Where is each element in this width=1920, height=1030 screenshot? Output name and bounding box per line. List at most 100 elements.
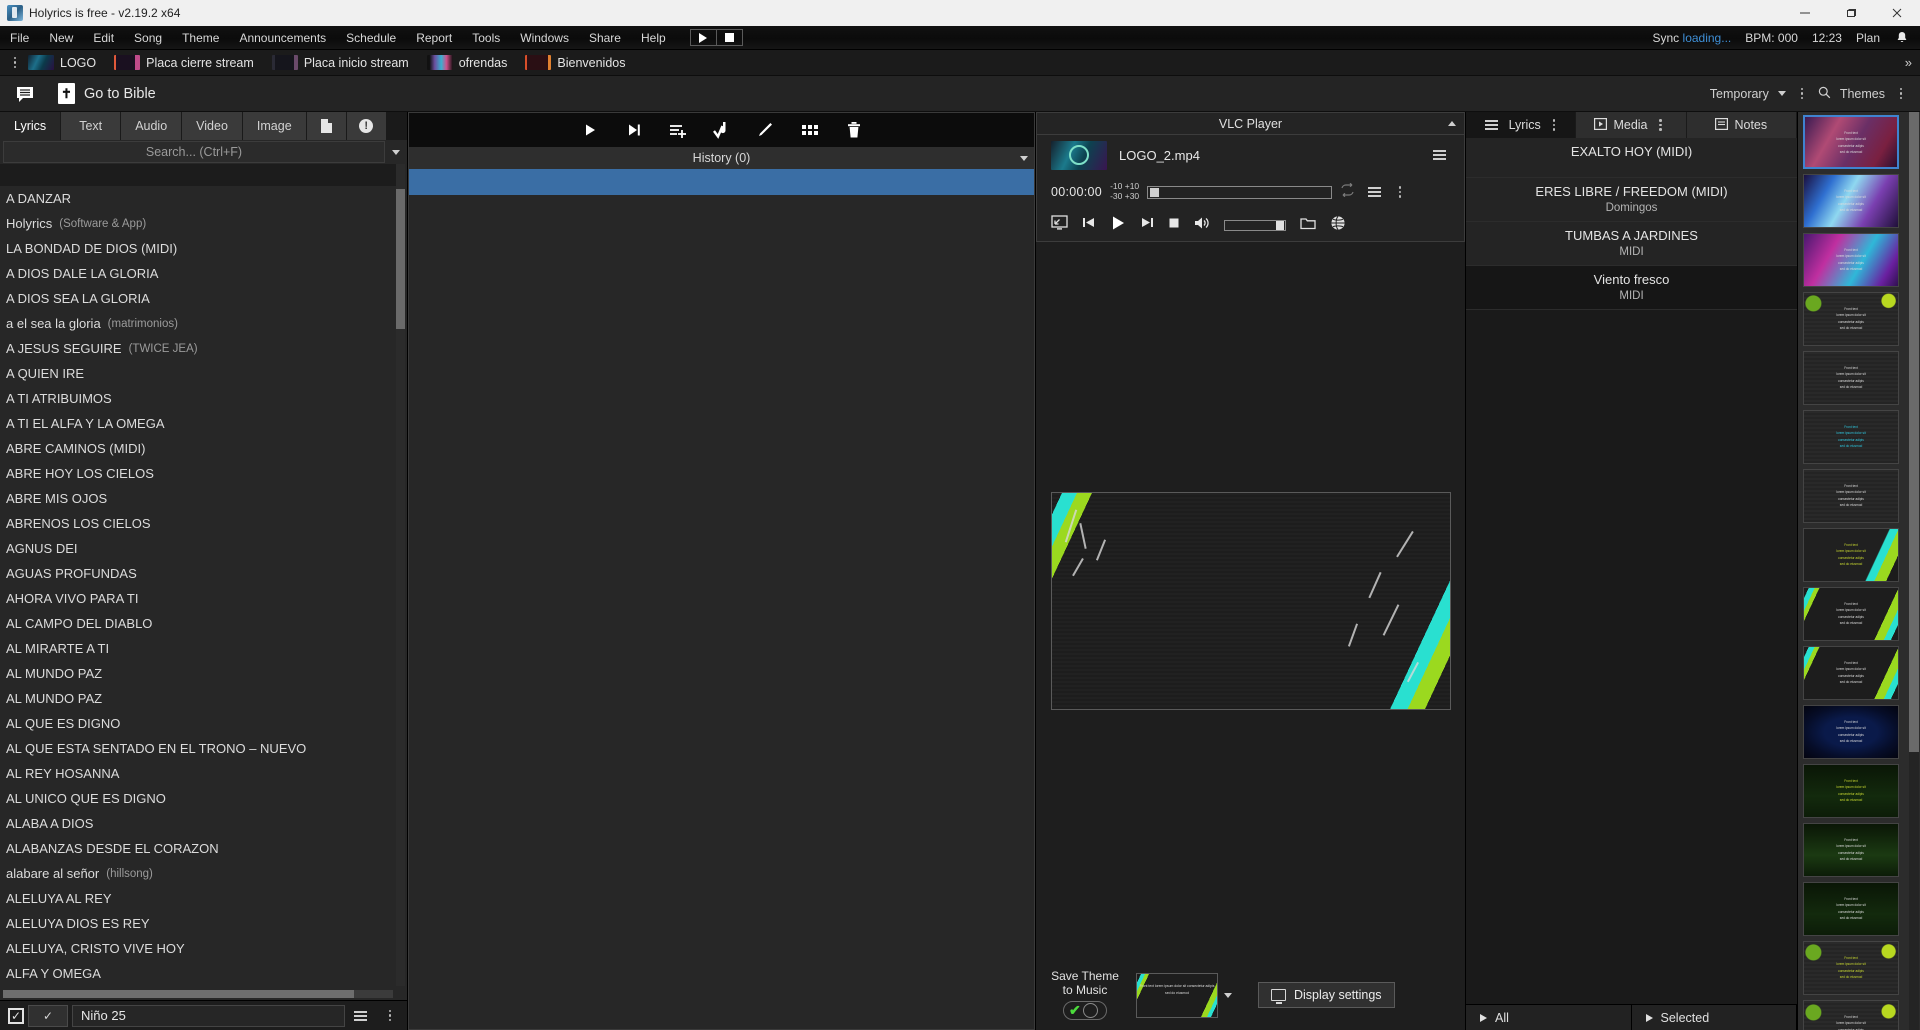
vlc-queue-icon[interactable]: [1363, 187, 1385, 197]
list-item[interactable]: a el sea la gloria (matrimonios): [0, 311, 397, 336]
list-item[interactable]: ABRE HOY LOS CIELOS: [0, 461, 397, 486]
vlc-seek-slider[interactable]: [1147, 185, 1333, 199]
shortcut-item-ofrendas[interactable]: ofrendas: [426, 55, 507, 70]
vlc-play-icon[interactable]: [1109, 214, 1127, 237]
menu-edit[interactable]: Edit: [83, 26, 124, 50]
sync-status[interactable]: Sync loading...: [1653, 31, 1732, 45]
confirm-button[interactable]: ✓: [28, 1004, 68, 1027]
temporary-menu-icon[interactable]: [1795, 87, 1809, 100]
list-item[interactable]: AL UNICO QUE ES DIGNO: [0, 786, 397, 811]
vlc-stop-icon[interactable]: [1168, 216, 1180, 234]
bible-icon[interactable]: ✝: [58, 83, 75, 104]
theme-thumbnail[interactable]: Front text lorem ipsum dolor sit consectet…: [1803, 705, 1899, 759]
slider-knob[interactable]: [1150, 187, 1160, 197]
theme-thumbnail[interactable]: Front text lorem ipsum dolor sit consectet…: [1803, 115, 1899, 169]
vlc-network-icon[interactable]: [1330, 215, 1346, 236]
close-icon[interactable]: [1874, 0, 1920, 26]
theme-thumbnail[interactable]: Front text lorem ipsum dolor sit consectet…: [1803, 1000, 1899, 1030]
list-item[interactable]: ALABANZAS DESDE EL CORAZON: [0, 836, 397, 861]
vlc-volume-icon[interactable]: [1194, 216, 1210, 235]
skip-back-30[interactable]: -30: [1110, 191, 1122, 201]
list-item[interactable]: A DIOS DALE LA GLORIA: [0, 261, 397, 286]
play-next-icon[interactable]: [623, 119, 645, 141]
menu-song[interactable]: Song: [124, 26, 172, 50]
shortcut-overflow-icon[interactable]: »: [1905, 55, 1912, 70]
save-theme-toggle[interactable]: ✔: [1063, 1000, 1107, 1020]
list-item[interactable]: LA BONDAD DE DIOS (MIDI): [0, 236, 397, 261]
list-item[interactable]: ALFA Y OMEGA: [0, 961, 397, 986]
play-selected-button[interactable]: Selected: [1632, 1005, 1797, 1030]
list-item[interactable]: A DIOS SEA LA GLORIA: [0, 286, 397, 311]
vlc-playlist-icon[interactable]: [1428, 150, 1450, 160]
vlc-open-folder-icon[interactable]: [1300, 216, 1316, 235]
theme-thumbnail[interactable]: Front text lorem ipsum dolor sit consectet…: [1803, 764, 1899, 818]
vlc-repeat-icon[interactable]: [1340, 182, 1355, 202]
list-item[interactable]: ALABA A DIOS: [0, 811, 397, 836]
list-item[interactable]: ALELUYA DIOS ES REY: [0, 911, 397, 936]
menu-tools[interactable]: Tools: [462, 26, 510, 50]
theme-strip-scrollbar[interactable]: [1909, 112, 1919, 1030]
history-header[interactable]: History (0): [408, 147, 1035, 169]
live-preview[interactable]: [1050, 492, 1451, 710]
current-item-field[interactable]: Niño 25: [72, 1004, 345, 1027]
add-to-list-icon[interactable]: [667, 119, 689, 141]
scrollbar-thumb[interactable]: [396, 189, 405, 329]
list-item[interactable]: AHORA VIVO PARA TI: [0, 586, 397, 611]
tab-info[interactable]: !: [346, 112, 387, 140]
vlc-previous-icon[interactable]: [1082, 216, 1095, 234]
display-settings-button[interactable]: Display settings: [1258, 982, 1395, 1008]
play-button[interactable]: [691, 30, 716, 45]
tab-audio[interactable]: Audio: [121, 112, 183, 140]
bpm-indicator[interactable]: BPM: 000: [1745, 31, 1798, 45]
list-item[interactable]: EXALTO HOY (MIDI): [1466, 138, 1797, 178]
select-all-icon[interactable]: [711, 119, 733, 141]
menu-share[interactable]: Share: [579, 26, 631, 50]
tab-lyrics-schedule[interactable]: Lyrics: [1466, 112, 1577, 138]
tab-image[interactable]: Image: [242, 112, 307, 140]
media-tab-menu-icon[interactable]: [1654, 119, 1668, 131]
scrollbar-thumb[interactable]: [3, 990, 354, 998]
select-all-checkbox[interactable]: ✓: [8, 1007, 24, 1024]
list-item[interactable]: AGUAS PROFUNDAS: [0, 561, 397, 586]
theme-thumbnail[interactable]: Front text lorem ipsum dolor sit consectet…: [1803, 233, 1899, 287]
list-item[interactable]: ALELUYA AL REY: [0, 886, 397, 911]
vlc-more-menu-icon[interactable]: [1393, 186, 1407, 198]
skip-fwd-10[interactable]: +10: [1125, 181, 1139, 191]
list-item[interactable]: A TI EL ALFA Y LA OMEGA: [0, 411, 397, 436]
menu-windows[interactable]: Windows: [510, 26, 579, 50]
song-list-horizontal-scrollbar[interactable]: [3, 990, 393, 998]
chevron-down-icon[interactable]: [1020, 155, 1028, 161]
history-list[interactable]: [408, 169, 1035, 1030]
scrollbar-thumb[interactable]: [1909, 112, 1919, 752]
menu-help[interactable]: Help: [631, 26, 676, 50]
search-options-icon[interactable]: [385, 149, 407, 155]
list-item[interactable]: TUMBAS A JARDINES MIDI: [1466, 222, 1797, 266]
grid-icon[interactable]: [799, 119, 821, 141]
menu-report[interactable]: Report: [406, 26, 462, 50]
tab-video[interactable]: Video: [182, 112, 243, 140]
theme-thumbnail[interactable]: Front text lorem ipsum dolor sit consectet…: [1803, 882, 1899, 936]
theme-thumbnail[interactable]: Front text lorem ipsum dolor sit consectet…: [1803, 941, 1899, 995]
list-item[interactable]: AL REY HOSANNA: [0, 761, 397, 786]
history-selected-row[interactable]: [409, 169, 1034, 195]
lyrics-tab-menu-icon[interactable]: [1547, 119, 1561, 131]
list-view-icon[interactable]: [349, 1010, 371, 1021]
menu-new[interactable]: New: [39, 26, 83, 50]
shortcut-menu-icon[interactable]: [8, 56, 22, 69]
list-item[interactable]: ABRE MIS OJOS: [0, 486, 397, 511]
list-item[interactable]: A QUIEN IRE: [0, 361, 397, 386]
theme-thumbnail[interactable]: Front text lorem ipsum dolor sit consectet…: [1803, 469, 1899, 523]
song-list[interactable]: A DANZAR Holyrics (Software & App) LA BON…: [0, 164, 407, 1000]
panel-menu-icon[interactable]: [10, 85, 40, 103]
themes-label[interactable]: Themes: [1840, 87, 1885, 101]
theme-thumbnail[interactable]: Front text lorem ipsum dolor sit consectet…: [1803, 351, 1899, 405]
play-icon[interactable]: [579, 119, 601, 141]
list-item[interactable]: A TI ATRIBUIMOS: [0, 386, 397, 411]
song-list-vertical-scrollbar[interactable]: [396, 164, 405, 986]
list-item[interactable]: AGNUS DEI: [0, 536, 397, 561]
vlc-skip-small[interactable]: -10 +10 -30 +30: [1110, 181, 1139, 202]
theme-thumbnail[interactable]: Front text lorem ipsum dolor sit consectet…: [1803, 292, 1899, 346]
list-item[interactable]: ABRENOS LOS CIELOS: [0, 511, 397, 536]
list-item[interactable]: Holyrics (Software & App): [0, 211, 397, 236]
list-item[interactable]: AL CAMPO DEL DIABLO: [0, 611, 397, 636]
